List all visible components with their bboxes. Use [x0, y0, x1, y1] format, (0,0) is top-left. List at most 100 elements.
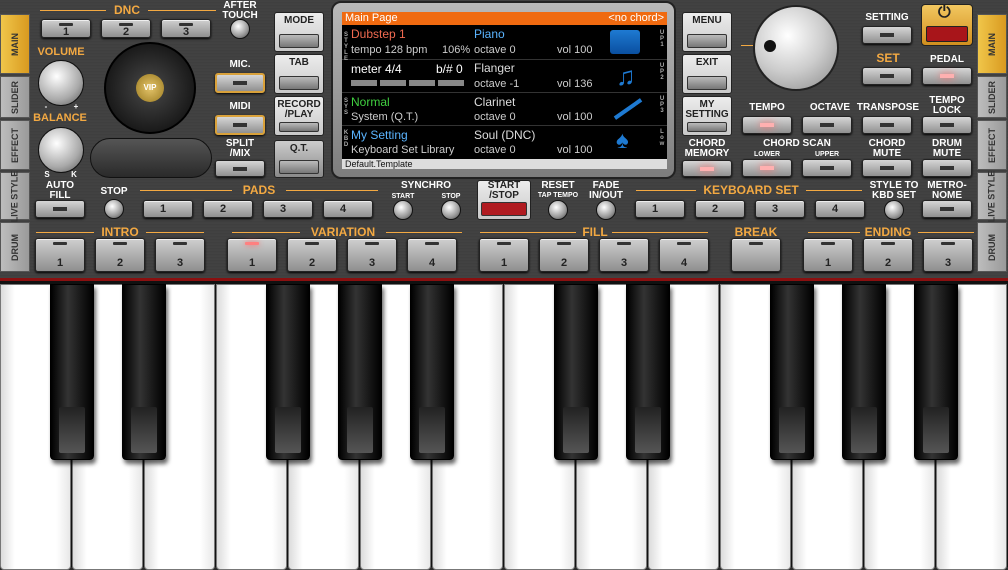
transpose-button[interactable] — [862, 116, 912, 134]
mic-button[interactable] — [215, 73, 265, 93]
auto-fill-button[interactable] — [35, 200, 85, 218]
tempo-button[interactable] — [742, 116, 792, 134]
meter-row[interactable]: meter 4/4 b/# 0 Flanger octave -1 vol 13… — [342, 60, 667, 93]
kbd-set-button-4[interactable]: 4 — [815, 200, 865, 218]
button-label: 1 — [248, 257, 256, 269]
metronome-button[interactable] — [922, 200, 972, 218]
record-play-button[interactable]: RECORD /PLAY — [274, 96, 324, 136]
style-row[interactable]: Dubstep 1 tempo 128 bpm 106% Piano octav… — [342, 26, 667, 60]
black-key[interactable] — [122, 284, 166, 460]
button-label: 3 — [182, 25, 190, 38]
tab-drum-right[interactable]: DRUM — [977, 222, 1007, 272]
black-key[interactable] — [626, 284, 670, 460]
kbd-set-button-1[interactable]: 1 — [635, 200, 685, 218]
ending-button-3[interactable]: 3 — [923, 238, 973, 272]
tab-live-style-left[interactable]: LIVE STYLE — [0, 170, 30, 222]
fill-button-2[interactable]: 2 — [539, 238, 589, 272]
pedal-button[interactable] — [922, 67, 972, 85]
variation-button-2[interactable]: 2 — [287, 238, 337, 272]
after-touch-knob[interactable] — [230, 19, 250, 39]
my-setting-button[interactable]: MY SETTING — [682, 96, 732, 136]
button-label: 3 — [620, 257, 628, 269]
dnc-button-2[interactable]: 2 — [101, 19, 151, 38]
style-to-kbd-knob[interactable] — [884, 200, 904, 220]
black-key[interactable] — [842, 284, 886, 460]
button-label: MODE — [284, 15, 314, 26]
tab-main-left[interactable]: MAIN — [0, 14, 30, 74]
dnc-button-3[interactable]: 3 — [161, 19, 211, 38]
pad-button-3[interactable]: 3 — [263, 200, 313, 218]
sync-stop-knob[interactable] — [441, 200, 461, 220]
set-button[interactable] — [862, 67, 912, 85]
led — [425, 242, 439, 245]
upper2-volume: vol 136 — [557, 78, 593, 90]
tempo-lock-button[interactable] — [922, 116, 972, 134]
divider — [612, 232, 708, 233]
black-key[interactable] — [266, 284, 310, 460]
synchro-label: SYNCHRO — [400, 180, 451, 191]
pad-button-2[interactable]: 2 — [203, 200, 253, 218]
tab-effect-right[interactable]: EFFECT — [977, 120, 1007, 170]
ending-button-1[interactable]: 1 — [803, 238, 853, 272]
tab-effect-left[interactable]: EFFECT — [0, 120, 30, 170]
tab-slider-right[interactable]: SLIDER — [977, 76, 1007, 118]
chord-scan-lower-button[interactable] — [742, 159, 792, 177]
drum-mute-button[interactable] — [922, 159, 972, 177]
fade-knob[interactable] — [596, 200, 616, 220]
kbd-row[interactable]: My Setting Keyboard Set Library Soul (DN… — [342, 126, 667, 159]
intro-button-3[interactable]: 3 — [155, 238, 205, 272]
fill-button-4[interactable]: 4 — [659, 238, 709, 272]
balance-knob[interactable] — [38, 127, 84, 173]
kbd-set-button-2[interactable]: 2 — [695, 200, 745, 218]
sys-vertical-label: SYS — [343, 98, 348, 116]
tab-slider-left[interactable]: SLIDER — [0, 76, 30, 118]
kbd-set-button-3[interactable]: 3 — [755, 200, 805, 218]
black-key[interactable] — [338, 284, 382, 460]
chord-memory-button[interactable] — [682, 160, 732, 177]
setting-button[interactable] — [862, 26, 912, 44]
intro-button-2[interactable]: 2 — [95, 238, 145, 272]
pad-button-4[interactable]: 4 — [323, 200, 373, 218]
tab-live-style-right[interactable]: LIVE STYLE — [977, 170, 1007, 222]
chord-scan-upper-button[interactable] — [802, 159, 852, 177]
ending-button-2[interactable]: 2 — [863, 238, 913, 272]
reset-knob[interactable] — [548, 200, 568, 220]
mode-button[interactable]: MODE — [274, 12, 324, 52]
break-button[interactable] — [731, 238, 781, 272]
button-label: MY SETTING — [685, 99, 729, 120]
button-label: 1 — [651, 203, 659, 215]
black-key[interactable] — [554, 284, 598, 460]
tab-button[interactable]: TAB — [274, 54, 324, 94]
midi-button[interactable] — [215, 115, 265, 135]
exit-button[interactable]: EXIT — [682, 54, 732, 94]
fill-button-1[interactable]: 1 — [479, 238, 529, 272]
fill-button-3[interactable]: 3 — [599, 238, 649, 272]
black-key[interactable] — [50, 284, 94, 460]
volume-knob[interactable] — [38, 60, 84, 106]
intro-button-1[interactable]: 1 — [35, 238, 85, 272]
sys-sub: System (Q.T.) — [351, 111, 419, 123]
variation-button-3[interactable]: 3 — [347, 238, 397, 272]
stop-knob[interactable] — [104, 199, 124, 219]
variation-button-4[interactable]: 4 — [407, 238, 457, 272]
sys-row[interactable]: Normal System (Q.T.) Clarinet octave 0 v… — [342, 93, 667, 126]
tab-drum-left[interactable]: DRUM — [0, 222, 30, 272]
divider — [36, 232, 94, 233]
dnc-button-1[interactable]: 1 — [41, 19, 91, 38]
black-key[interactable] — [770, 284, 814, 460]
variation-button-1[interactable]: 1 — [227, 238, 277, 272]
chord-mute-button[interactable] — [862, 159, 912, 177]
split-mix-button[interactable] — [215, 160, 265, 177]
sync-start-knob[interactable] — [393, 200, 413, 220]
transpose-label: TRANSPOSE — [856, 102, 920, 113]
qt-button[interactable]: Q.T. — [274, 140, 324, 178]
pad-button-1[interactable]: 1 — [143, 200, 193, 218]
tab-main-right[interactable]: MAIN — [977, 14, 1007, 74]
black-key[interactable] — [410, 284, 454, 460]
upper2-octave: octave -1 — [474, 78, 520, 90]
octave-button[interactable] — [802, 116, 852, 134]
black-key[interactable] — [914, 284, 958, 460]
kbd-set-name: My Setting — [351, 128, 408, 142]
menu-button[interactable]: MENU — [682, 12, 732, 52]
disc-slot — [90, 138, 212, 178]
